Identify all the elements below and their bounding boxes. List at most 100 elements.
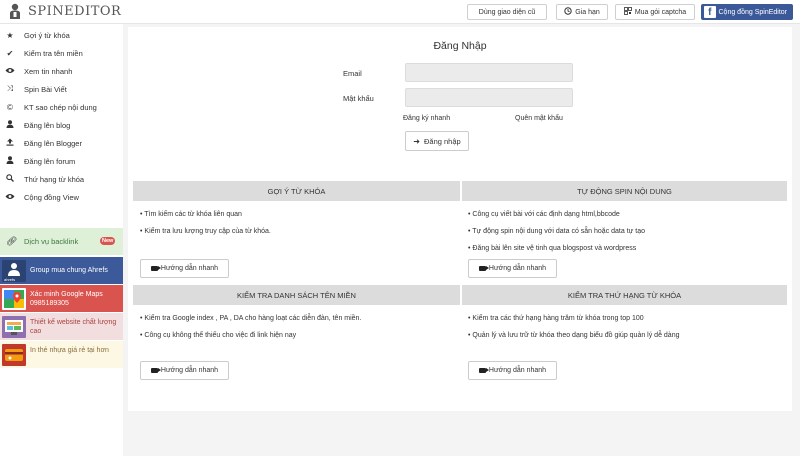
user-icon bbox=[5, 156, 15, 166]
quick-guide-button[interactable]: Hướng dẫn nhanh bbox=[140, 361, 229, 380]
guide-label: Hướng dẫn nhanh bbox=[488, 367, 547, 374]
section-header-keyword-rank: Kiểm tra thứ hạng từ khóa bbox=[462, 285, 787, 305]
shuffle-icon: ⤨ bbox=[6, 84, 14, 93]
section-bullet: • Kiểm tra Google index , PA , DA cho hà… bbox=[140, 315, 362, 322]
section-title: Kiểm tra thứ hạng từ khóa bbox=[567, 290, 682, 300]
sidebar-item-label: KT sao chép nội dung bbox=[24, 102, 97, 112]
google-maps-promo[interactable]: Xác minh Google Maps 0985189305 bbox=[0, 285, 123, 312]
quick-guide-button[interactable]: Hướng dẫn nhanh bbox=[468, 361, 557, 380]
captcha-button[interactable]: Mua gói captcha bbox=[615, 4, 695, 20]
guide-label: Hướng dẫn nhanh bbox=[160, 265, 219, 272]
logo-icon bbox=[8, 3, 22, 19]
backlink-label: Dịch vụ backlink bbox=[24, 237, 79, 246]
promo-text: Group mua chung Ahrefs bbox=[30, 267, 108, 274]
ahrefs-thumb-label: ahrefs bbox=[4, 277, 16, 282]
login-button-label: Đăng nhập bbox=[424, 136, 461, 146]
sidebar-item-label: Đăng lên forum bbox=[24, 156, 76, 166]
promo-text: Xác minh Google Maps 0985189305 bbox=[30, 291, 103, 307]
guide-label: Hướng dẫn nhanh bbox=[160, 367, 219, 374]
community-label: Cộng đồng SpinEditor bbox=[718, 8, 788, 16]
facebook-icon: f bbox=[704, 6, 716, 18]
sidebar-item-label: Kiểm tra tên miền bbox=[24, 48, 83, 58]
section-title: Gợi ý từ khóa bbox=[267, 186, 326, 196]
section-title: Kiểm tra danh sách tên miền bbox=[237, 290, 356, 300]
logo-text: SPINEDITOR bbox=[28, 3, 122, 19]
sidebar-item-post-blog[interactable]: Đăng lên blog bbox=[0, 116, 123, 134]
section-bullet: • Kiểm tra các thứ hạng hàng trăm từ khó… bbox=[468, 315, 644, 322]
plastic-card-promo[interactable]: In thẻ nhựa giá rẻ tại hơn bbox=[0, 341, 123, 368]
ahrefs-thumbnail: ahrefs bbox=[2, 260, 26, 282]
promo-text: Thiết kế website chất lượng cao bbox=[30, 319, 117, 335]
sidebar-item-post-blogger[interactable]: Đăng lên Blogger bbox=[0, 134, 123, 152]
sidebar-item-label: Đăng lên blog bbox=[24, 120, 71, 130]
video-icon bbox=[478, 368, 489, 373]
sidebar-item-label: Thứ hạng từ khóa bbox=[24, 174, 85, 184]
copyright-icon: © bbox=[7, 102, 13, 112]
sidebar-item-label: Cộng đồng View bbox=[24, 192, 79, 202]
quick-guide-button[interactable]: Hướng dẫn nhanh bbox=[140, 259, 229, 278]
link-icon: 🔗︎ bbox=[6, 236, 18, 246]
renew-label: Gia hạn bbox=[575, 8, 600, 16]
sidebar-item-post-forum[interactable]: Đăng lên forum bbox=[0, 152, 123, 170]
sidebar-item-community-view[interactable]: Cộng đồng View bbox=[0, 188, 123, 206]
forgot-password-link[interactable]: Quên mật khẩu bbox=[515, 115, 563, 122]
renew-button[interactable]: Gia hạn bbox=[556, 4, 608, 20]
password-label: Mật khẩu bbox=[343, 94, 374, 103]
section-title: Tự động spin nội dung bbox=[577, 186, 672, 196]
section-header-spin: Tự động spin nội dung bbox=[462, 181, 787, 201]
content-card: Đăng Nhập Email Mật khẩu Đăng ký nhanh Q… bbox=[128, 27, 792, 411]
login-button[interactable]: ➜ Đăng nhập bbox=[405, 131, 469, 151]
old-ui-button[interactable]: Dùng giao diện cũ bbox=[467, 4, 547, 20]
arrow-right-icon: ➜ bbox=[413, 136, 420, 146]
sidebar-item-label: Spin Bài Viết bbox=[24, 84, 67, 94]
video-icon bbox=[478, 266, 489, 271]
sidebar-item-label: Gợi ý từ khóa bbox=[24, 30, 70, 40]
section-bullet: • Tự động spin nội dung với data có sẵn … bbox=[468, 228, 646, 235]
app-logo[interactable]: SPINEDITOR bbox=[8, 3, 121, 19]
guide-label: Hướng dẫn nhanh bbox=[488, 265, 547, 272]
check-icon: ✔ bbox=[6, 48, 14, 58]
email-field[interactable] bbox=[405, 63, 573, 82]
card-thumbnail bbox=[2, 344, 26, 366]
user-icon bbox=[5, 120, 15, 130]
section-bullet: • Công cụ không thể thiếu cho việc đi li… bbox=[140, 332, 297, 339]
ahrefs-promo[interactable]: ahrefs Group mua chung Ahrefs bbox=[0, 257, 123, 284]
sidebar: ★ Gợi ý từ khóa ✔ Kiểm tra tên miền Xem … bbox=[0, 25, 123, 456]
sidebar-item-keyword-suggest[interactable]: ★ Gợi ý từ khóa bbox=[0, 26, 123, 44]
section-bullet: • Tìm kiếm các từ khóa liên quan bbox=[140, 211, 242, 218]
sidebar-item-keyword-rank[interactable]: Thứ hạng từ khóa bbox=[0, 170, 123, 188]
quick-register-link[interactable]: Đăng ký nhanh bbox=[403, 115, 450, 122]
clock-icon bbox=[564, 7, 572, 17]
upload-icon bbox=[5, 138, 15, 148]
sidebar-item-domain-check[interactable]: ✔ Kiểm tra tên miền bbox=[0, 44, 123, 62]
sidebar-item-quick-news[interactable]: Xem tin nhanh bbox=[0, 62, 123, 80]
eye-icon bbox=[5, 193, 15, 202]
backlink-promo[interactable]: 🔗︎ Dịch vụ backlink New bbox=[0, 228, 123, 255]
login-title: Đăng Nhập bbox=[433, 40, 487, 52]
section-header-keyword: Gợi ý từ khóa bbox=[133, 181, 460, 201]
sidebar-item-spin-article[interactable]: ⤨ Spin Bài Viết bbox=[0, 80, 123, 98]
sidebar-item-copy-check[interactable]: © KT sao chép nội dung bbox=[0, 98, 123, 116]
eye-icon bbox=[5, 67, 15, 76]
section-bullet: • Đăng bài lên site vệ tinh qua blogspos… bbox=[468, 245, 637, 252]
search-icon bbox=[5, 174, 15, 184]
quick-guide-button[interactable]: Hướng dẫn nhanh bbox=[468, 259, 557, 278]
video-icon bbox=[150, 368, 161, 373]
community-button[interactable]: f Cộng đồng SpinEditor bbox=[701, 4, 793, 20]
captcha-label: Mua gói captcha bbox=[634, 8, 687, 16]
password-field[interactable] bbox=[405, 88, 573, 107]
old-ui-label: Dùng giao diện cũ bbox=[478, 8, 536, 16]
section-bullet: • Kiểm tra lưu lượng truy cập của từ khó… bbox=[140, 228, 271, 235]
promo-text: In thẻ nhựa giá rẻ tại hơn bbox=[30, 347, 109, 354]
qrcode-icon bbox=[623, 7, 632, 17]
email-label: Email bbox=[343, 69, 362, 78]
website-thumbnail bbox=[2, 316, 26, 338]
top-bar: SPINEDITOR Dùng giao diện cũ Gia hạn Mua… bbox=[0, 0, 800, 24]
sidebar-item-label: Xem tin nhanh bbox=[24, 66, 73, 76]
section-bullet: • Công cụ viết bài với các định dạng htm… bbox=[468, 211, 620, 218]
video-icon bbox=[150, 266, 161, 271]
section-bullet: • Quản lý và lưu trữ từ khóa theo dạng b… bbox=[468, 332, 680, 339]
website-design-promo[interactable]: Thiết kế website chất lượng cao bbox=[0, 313, 123, 340]
google-maps-icon bbox=[2, 288, 26, 310]
section-header-domain-list: Kiểm tra danh sách tên miền bbox=[133, 285, 460, 305]
